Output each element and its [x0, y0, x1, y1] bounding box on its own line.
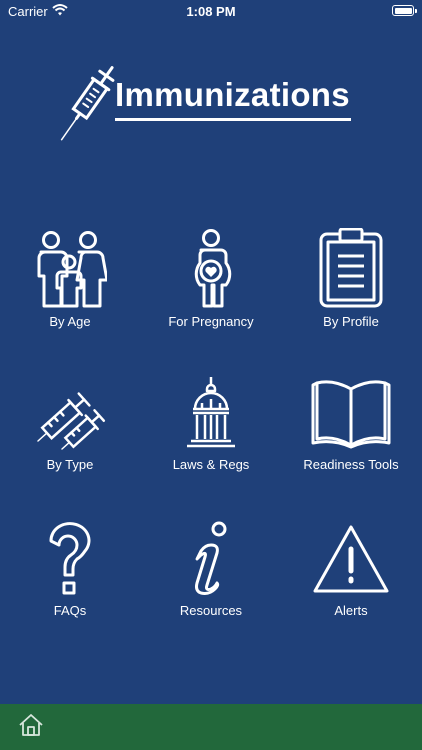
family-icon	[37, 231, 107, 308]
tile-label: Readiness Tools	[303, 457, 399, 472]
tile-label: By Type	[46, 457, 94, 472]
tile-label: Laws & Regs	[172, 457, 250, 472]
tile-label: Resources	[179, 603, 243, 618]
tile-for-pregnancy[interactable]: For Pregnancy	[141, 228, 281, 348]
tile-label: FAQs	[53, 603, 87, 618]
tile-by-type[interactable]: By Type	[0, 375, 140, 495]
tile-by-age[interactable]: By Age	[0, 228, 140, 348]
capitol-building-icon	[187, 377, 235, 448]
info-icon	[195, 521, 227, 595]
tile-alerts[interactable]: Alerts	[281, 521, 421, 641]
pregnant-woman-icon	[194, 229, 232, 308]
status-bar: Carrier 1:08 PM	[0, 0, 422, 22]
tile-readiness-tools[interactable]: Readiness Tools	[281, 375, 421, 495]
tile-laws-regs[interactable]: Laws & Regs	[141, 375, 281, 495]
page-title: Immunizations	[115, 76, 350, 113]
app-header: Immunizations	[0, 60, 422, 150]
bottom-tab-bar	[0, 704, 422, 750]
warning-triangle-icon	[313, 525, 389, 593]
home-icon[interactable]	[18, 713, 44, 737]
syringes-icon	[37, 392, 106, 450]
battery-icon	[392, 5, 417, 16]
clipboard-icon	[319, 228, 383, 308]
clock-time: 1:08 PM	[186, 4, 236, 19]
question-mark-icon	[49, 522, 91, 595]
tile-label: By Profile	[323, 314, 379, 329]
tile-resources[interactable]: Resources	[141, 521, 281, 641]
tile-label: Alerts	[334, 603, 368, 618]
tile-by-profile[interactable]: By Profile	[281, 228, 421, 348]
tile-label: By Age	[49, 314, 91, 329]
tile-faqs[interactable]: FAQs	[0, 521, 140, 641]
title-underline	[115, 118, 351, 121]
tile-label: For Pregnancy	[168, 314, 254, 329]
open-book-icon	[311, 380, 391, 449]
